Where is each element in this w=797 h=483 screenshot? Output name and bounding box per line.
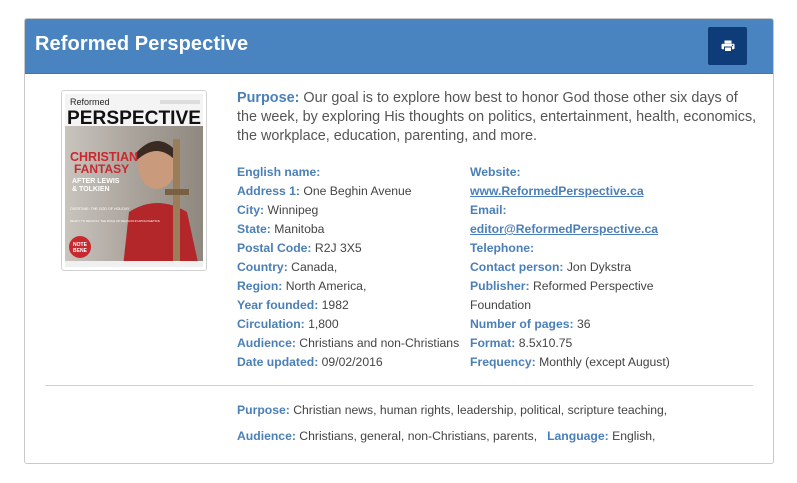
field-region: Region: North America, <box>237 279 367 293</box>
footer-audience-language: Audience: Christians, general, non-Chris… <box>237 429 656 443</box>
print-button[interactable] <box>708 27 747 65</box>
panel-title: Reformed Perspective <box>35 33 249 55</box>
cover-top-word: Reformed <box>70 97 110 107</box>
field-publisher-cont: Foundation <box>470 298 531 312</box>
field-email: Email: editor@ReformedPerspective.ca <box>470 203 658 236</box>
right-field-column: Website: www.ReformedPerspective.ca Emai… <box>470 163 685 372</box>
field-contact-person: Contact person: Jon Dykstra <box>470 260 632 274</box>
cover-sub-2: & TOLKIEN <box>72 186 110 193</box>
cover-masthead: PERSPECTIVE <box>67 108 201 129</box>
publication-panel: Reformed Perspective Reformed PERSPECTIV… <box>24 18 774 464</box>
email-link[interactable]: editor@ReformedPerspective.ca <box>470 222 658 236</box>
field-year-founded: Year founded: 1982 <box>237 298 349 312</box>
field-audience: Audience: Christians and non-Christians <box>237 336 460 350</box>
field-format: Format: 8.5x10.75 <box>470 336 573 350</box>
purpose-description: Purpose: Our goal is to explore how best… <box>237 89 757 146</box>
left-field-column: English name: Address 1: One Beghin Aven… <box>237 163 465 372</box>
cover-teaser-1: OVERTIME: THE GOD OF HOLIDAY <box>70 207 130 211</box>
magazine-cover-image: Reformed PERSPECTIVE CHRISTIAN FANTASY A… <box>61 90 207 271</box>
panel-header: Reformed Perspective <box>25 19 773 74</box>
cover-sub-1: AFTER LEWIS <box>72 178 120 185</box>
field-frequency: Frequency: Monthly (except August) <box>470 355 670 369</box>
field-state: State: Manitoba <box>237 222 325 236</box>
cover-badge-2: BENE <box>73 248 88 254</box>
website-link[interactable]: www.ReformedPerspective.ca <box>470 184 644 198</box>
footer-purpose: Purpose: Christian news, human rights, l… <box>237 403 668 417</box>
field-date-updated: Date updated: 09/02/2016 <box>237 355 383 369</box>
field-postal-code: Postal Code: R2J 3X5 <box>237 241 362 255</box>
field-website: Website: www.ReformedPerspective.ca <box>470 165 644 198</box>
section-divider <box>45 385 753 386</box>
field-address: Address 1: One Beghin Avenue <box>237 184 412 198</box>
field-country: Country: Canada, <box>237 260 338 274</box>
purpose-text: Our goal is to explore how best to honor… <box>237 90 757 144</box>
purpose-label: Purpose: <box>237 90 300 106</box>
printer-icon <box>721 40 734 52</box>
field-publisher: Publisher: Reformed Perspective <box>470 279 654 293</box>
cover-teaser-2: READY TO REASON: THE ROLE OF REASON IN A… <box>70 219 160 223</box>
field-circulation: Circulation: 1,800 <box>237 317 339 331</box>
details: Purpose: Our goal is to explore how best… <box>237 89 757 369</box>
cover-headline-2: FANTASY <box>74 162 129 176</box>
field-telephone: Telephone: <box>470 241 535 255</box>
field-city: City: Winnipeg <box>237 203 319 217</box>
field-english-name: English name: <box>237 165 321 179</box>
field-number-of-pages: Number of pages: 36 <box>470 317 591 331</box>
